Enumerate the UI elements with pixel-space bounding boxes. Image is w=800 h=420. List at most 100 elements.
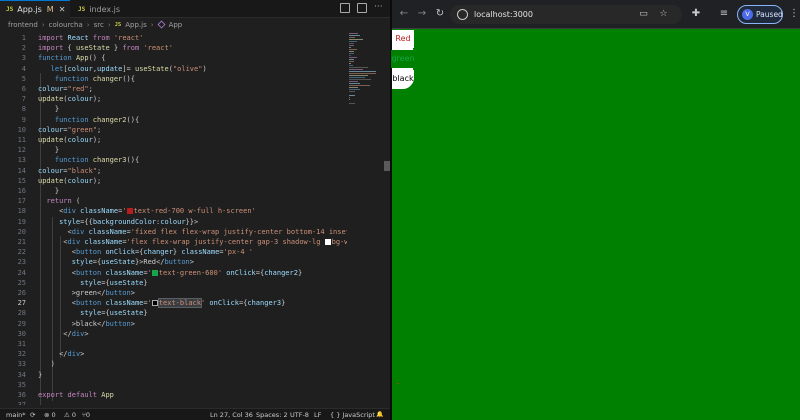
code-line[interactable]: 5 function changer(){: [0, 74, 347, 84]
code-line[interactable]: 34}: [0, 370, 347, 380]
code-text[interactable]: }: [38, 145, 59, 155]
code-text[interactable]: function changer(){: [38, 74, 135, 84]
code-editor[interactable]: 1 import React from 'react' 2 import { useS…: [0, 33, 347, 405]
code-line[interactable]: 11 update(colour);: [0, 135, 347, 145]
breadcrumb-item[interactable]: App: [169, 21, 183, 29]
code-line[interactable]: 31: [0, 339, 347, 349]
code-line[interactable]: 12 }: [0, 145, 347, 155]
eol-setting[interactable]: LF: [314, 409, 321, 420]
code-line[interactable]: 19 style={{backgroundColor:colour}}>: [0, 217, 347, 227]
code-line[interactable]: 9 function changer2(){: [0, 115, 347, 125]
code-text[interactable]: }: [38, 370, 42, 380]
code-line[interactable]: 16 }: [0, 186, 347, 196]
code-line[interactable]: 1 import React from 'react': [0, 33, 347, 43]
reload-icon[interactable]: ↻: [434, 8, 446, 20]
code-text[interactable]: }: [38, 104, 59, 114]
code-text[interactable]: function changer2(){: [38, 115, 139, 125]
code-line[interactable]: 29 >black</button>: [0, 319, 347, 329]
code-text[interactable]: style={useState}: [38, 278, 147, 288]
code-text[interactable]: return (: [38, 196, 80, 206]
code-text[interactable]: >green</button>: [38, 288, 135, 298]
code-line[interactable]: 7 update(colour);: [0, 94, 347, 104]
code-text[interactable]: import { useState } from 'react': [38, 43, 173, 53]
forward-arrow-icon[interactable]: →: [416, 8, 428, 20]
profile-button[interactable]: V Paused: [737, 5, 783, 24]
code-line[interactable]: 25 style={useState}: [0, 278, 347, 288]
back-arrow-icon[interactable]: ←: [398, 8, 410, 20]
code-line[interactable]: 22 <button onClick={changer} className='…: [0, 247, 347, 257]
cast-icon[interactable]: ▭: [638, 9, 649, 20]
code-text[interactable]: ): [38, 359, 55, 369]
breadcrumb-item[interactable]: frontend: [8, 21, 38, 29]
code-text[interactable]: update(colour);: [38, 176, 101, 186]
code-line[interactable]: 10 colour="green";: [0, 125, 347, 135]
code-line[interactable]: 17 return (: [0, 196, 347, 206]
code-text[interactable]: import React from 'react': [38, 33, 143, 43]
tab-app-js[interactable]: JS App.js M ✕: [0, 0, 70, 18]
extensions-icon[interactable]: ✚: [690, 8, 702, 20]
code-text[interactable]: update(colour);: [38, 94, 101, 104]
black-button[interactable]: black: [392, 70, 414, 88]
code-line[interactable]: 8 }: [0, 104, 347, 114]
code-line[interactable]: 15 update(colour);: [0, 176, 347, 186]
code-text[interactable]: function changer3(){: [38, 155, 139, 165]
code-text[interactable]: function App() {: [38, 53, 105, 63]
code-text[interactable]: <button className=' text-black' onClick={…: [38, 298, 285, 309]
compare-icon[interactable]: [340, 3, 350, 13]
indentation-setting[interactable]: Spaces: 2: [256, 409, 288, 420]
code-line[interactable]: 28 style={useState}: [0, 308, 347, 318]
code-line[interactable]: 4 let[colour,update]= useState("olive"): [0, 64, 347, 74]
breadcrumb-item[interactable]: App.js: [125, 21, 147, 29]
code-line[interactable]: 27 <button className=' text-black' onClic…: [0, 298, 347, 309]
code-text[interactable]: <div className='flex flex-wrap justify-c…: [38, 237, 347, 247]
breadcrumb-item[interactable]: colourcha: [49, 21, 83, 29]
code-line[interactable]: 21 <div className='flex flex-wrap justif…: [0, 237, 347, 247]
code-line[interactable]: 6 colour="red";: [0, 84, 347, 94]
url-text[interactable]: localhost:3000: [474, 5, 533, 24]
ports-indicator[interactable]: ⑂0: [82, 409, 90, 420]
code-text[interactable]: colour="green";: [38, 125, 101, 135]
code-line[interactable]: 20 <div className='fixed flex flex-wrap …: [0, 227, 347, 237]
tab-search-icon[interactable]: ≡: [718, 8, 730, 20]
code-text[interactable]: </div>: [38, 329, 88, 339]
code-text[interactable]: style={{backgroundColor:colour}}>: [38, 217, 198, 227]
code-line[interactable]: 26 >green</button>: [0, 288, 347, 298]
code-text[interactable]: >black</button>: [38, 319, 135, 329]
code-line[interactable]: 3 function App() {: [0, 53, 347, 63]
code-line[interactable]: 37: [0, 400, 347, 405]
close-icon[interactable]: ✕: [59, 5, 66, 14]
code-text[interactable]: </div>: [38, 349, 84, 359]
warnings-indicator[interactable]: ⚠ 0: [64, 409, 76, 420]
code-text[interactable]: export default App: [38, 390, 114, 400]
breadcrumb-item[interactable]: src: [94, 21, 104, 29]
code-line[interactable]: 33 ): [0, 359, 347, 369]
code-line[interactable]: 36 export default App: [0, 390, 347, 400]
branch-indicator[interactable]: main*: [6, 409, 26, 420]
code-text[interactable]: style={useState}: [38, 308, 147, 318]
tab-index-js[interactable]: JS index.js: [72, 0, 124, 18]
sync-icon[interactable]: ⟳: [30, 409, 35, 420]
red-button[interactable]: Red: [392, 30, 414, 48]
code-text[interactable]: let[colour,update]= useState("olive"): [38, 64, 207, 74]
code-text[interactable]: colour="black";: [38, 166, 101, 176]
encoding-setting[interactable]: UTF-8: [290, 409, 309, 420]
more-actions-icon[interactable]: ···: [374, 3, 384, 13]
code-line[interactable]: 13 function changer3(){: [0, 155, 347, 165]
site-info-icon[interactable]: [457, 9, 468, 20]
cursor-position[interactable]: Ln 27, Col 36: [210, 409, 253, 420]
code-text[interactable]: style={useState}>Red</button>: [38, 257, 194, 267]
code-text[interactable]: update(colour);: [38, 135, 101, 145]
code-text[interactable]: }: [38, 186, 59, 196]
kebab-menu-icon[interactable]: ⋮: [789, 8, 799, 20]
notifications-bell-icon[interactable]: 🔔: [376, 409, 383, 420]
code-text[interactable]: <button onClick={changer} className='px-…: [38, 247, 253, 257]
code-line[interactable]: 14 colour="black";: [0, 166, 347, 176]
minimap[interactable]: [347, 33, 383, 405]
code-text[interactable]: <div className=' text-red-700 w-full h-sc…: [38, 206, 256, 216]
code-line[interactable]: 24 <button className=' text-green-600' on…: [0, 268, 347, 278]
code-line[interactable]: 18 <div className=' text-red-700 w-full h…: [0, 206, 347, 216]
code-line[interactable]: 2 import { useState } from 'react': [0, 43, 347, 53]
bookmark-star-icon[interactable]: ☆: [658, 9, 669, 20]
code-text[interactable]: <div className='fixed flex flex-wrap jus…: [38, 227, 348, 237]
code-line[interactable]: 30 </div>: [0, 329, 347, 339]
